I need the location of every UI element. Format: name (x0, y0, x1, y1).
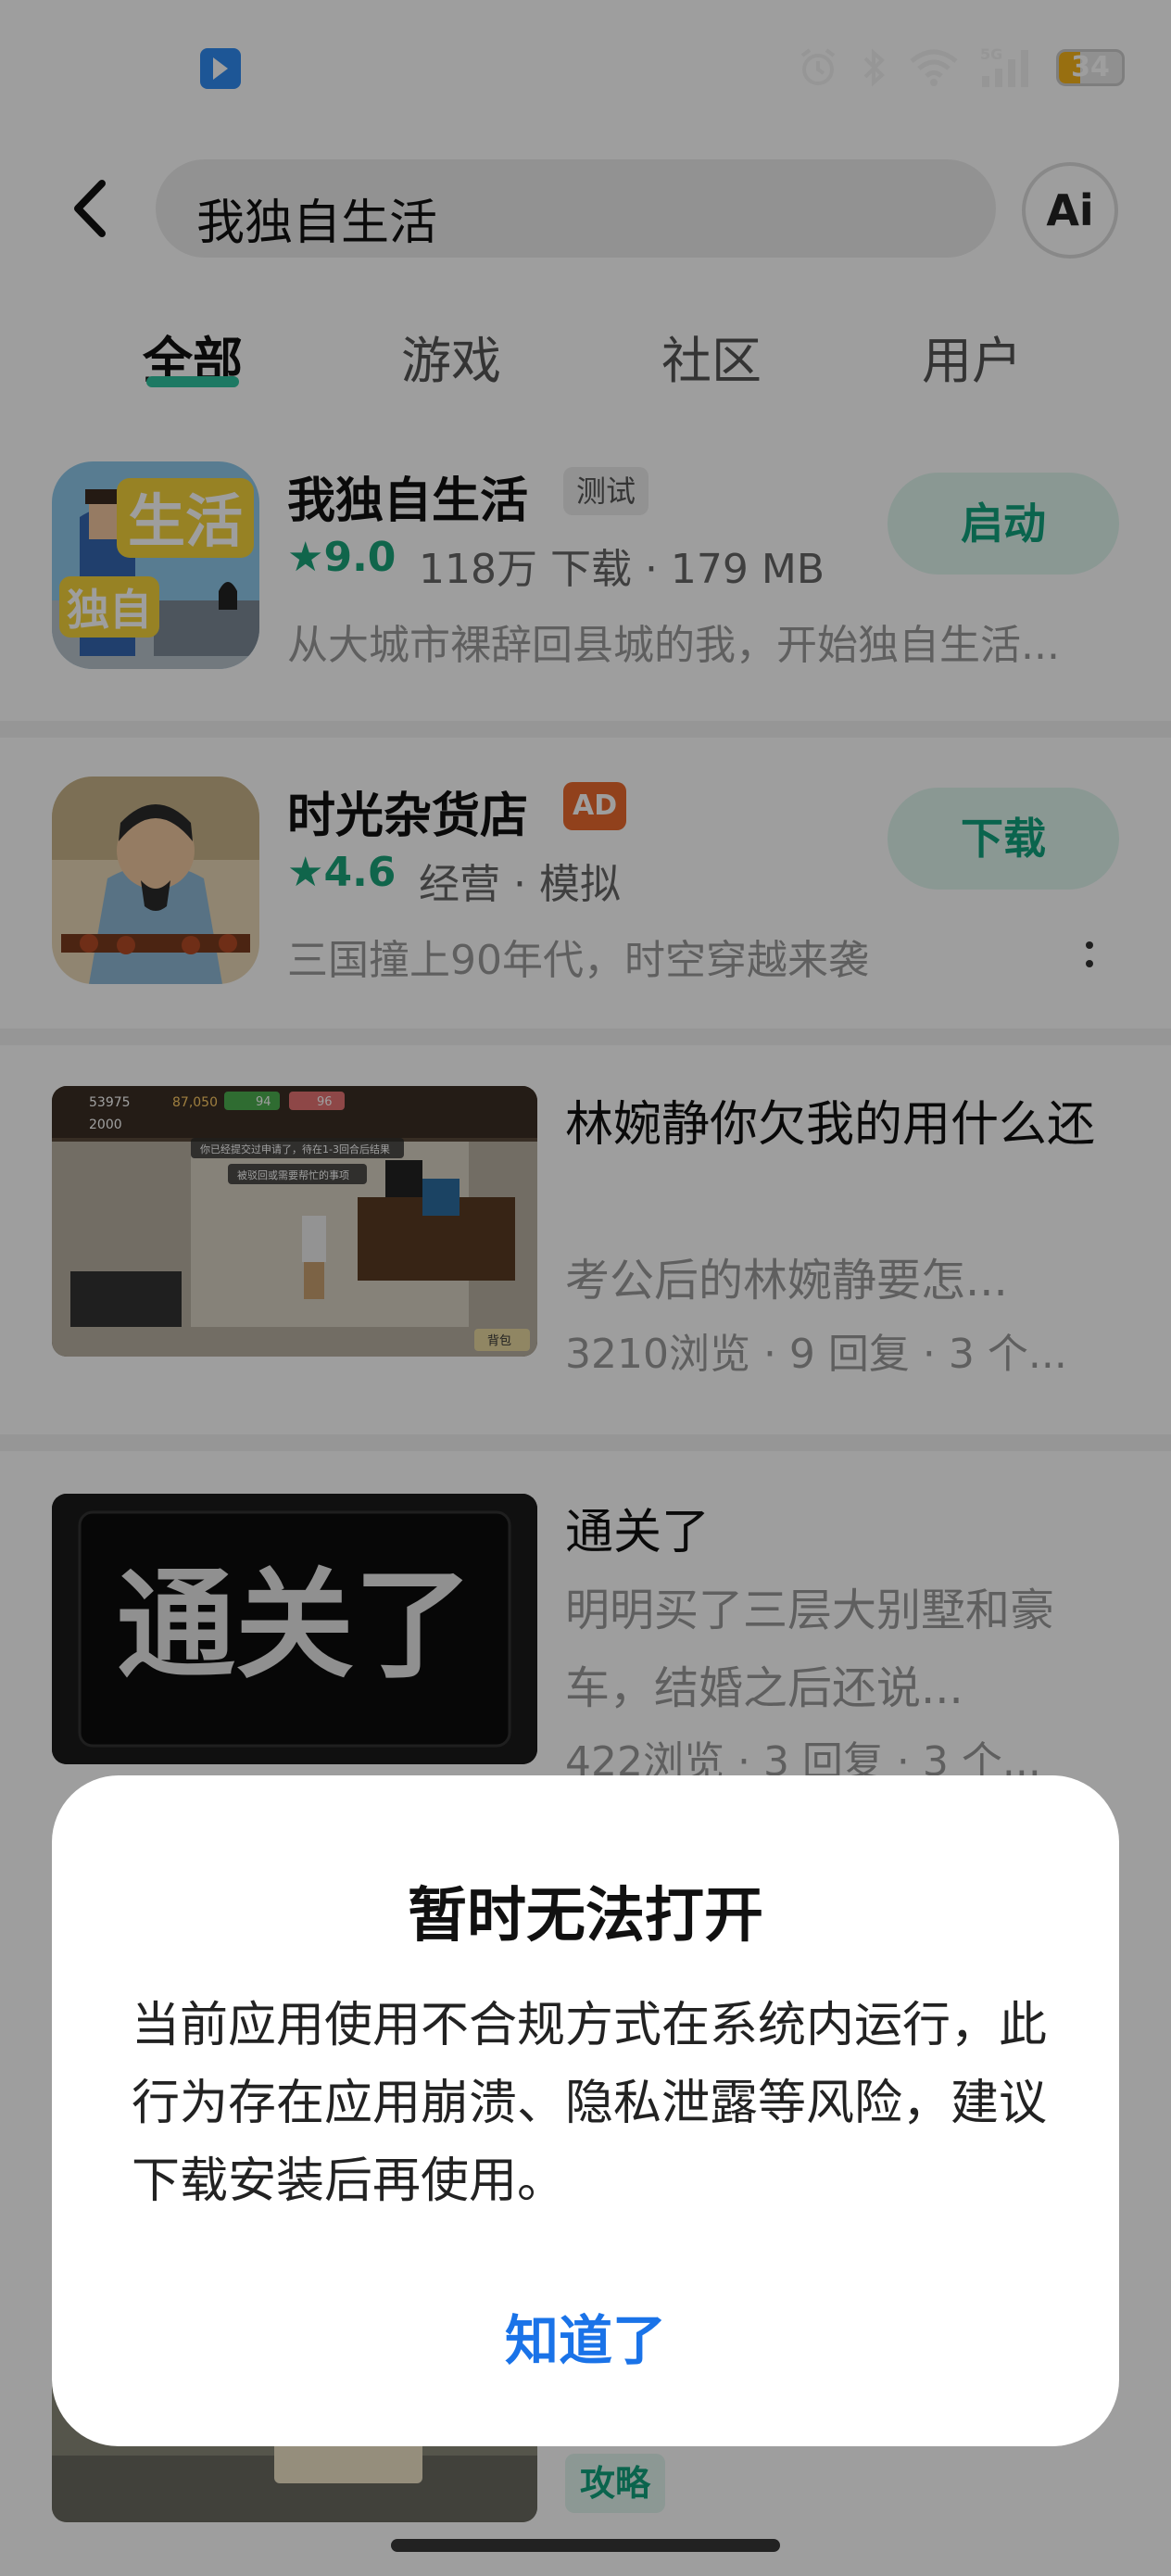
dialog-message: 当前应用使用不合规方式在系统内运行，此行为存在应用崩溃、隐私泄露等风险，建议下载… (132, 1998, 1048, 2209)
dialog-title: 暂时无法打开 (408, 1882, 763, 1951)
alert-dialog: 暂时无法打开 当前应用使用不合规方式在系统内运行，此行为存在应用崩溃、隐私泄露等… (52, 1775, 1119, 2446)
dialog-confirm-button[interactable]: 知道了 (400, 2294, 771, 2387)
screen: 00:42 5G 34 我独自生活 Ai 全部 游戏 社区 用户 生活 独自 我… (0, 0, 1171, 2576)
home-indicator[interactable] (391, 2539, 780, 2552)
